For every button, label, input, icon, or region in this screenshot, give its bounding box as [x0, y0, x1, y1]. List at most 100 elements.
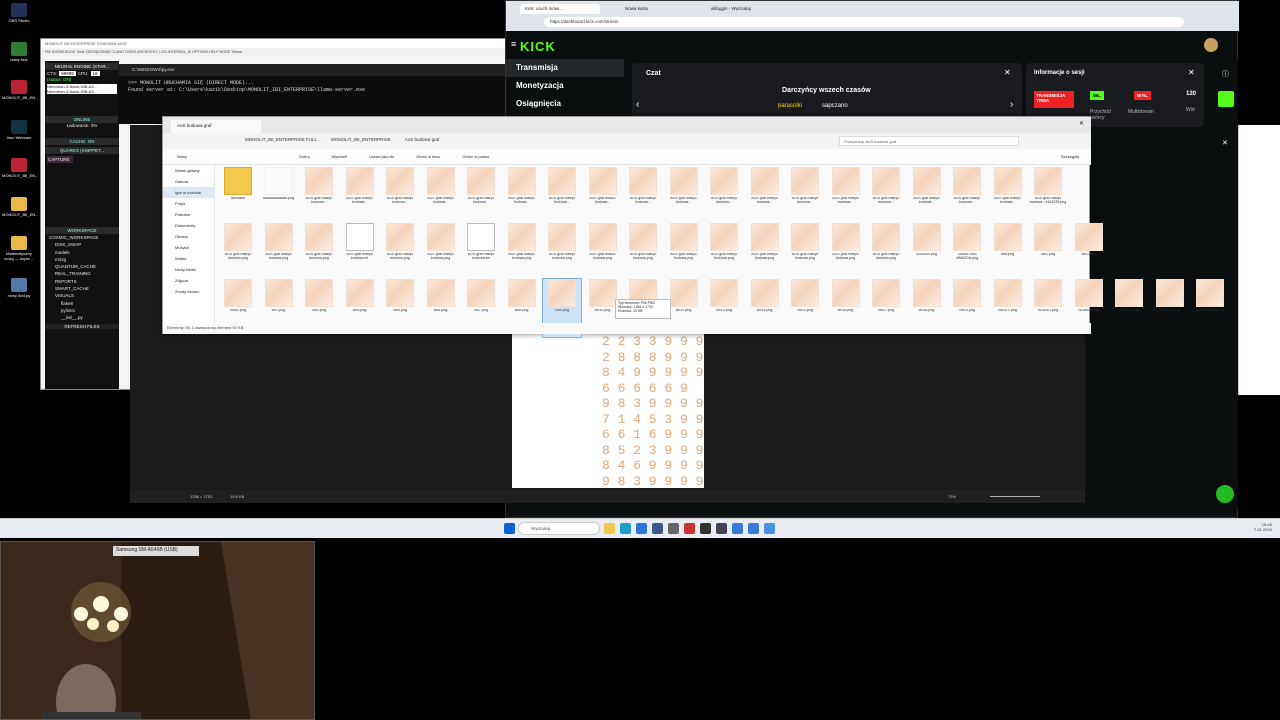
sort-button[interactable]: Sortuj: [299, 154, 309, 159]
desktop-icon[interactable]: Matematyczny mózg — kopia ...: [2, 236, 36, 261]
file-item[interactable]: aaaaaaaaaaaa.png: [260, 167, 298, 225]
start-icon[interactable]: [504, 523, 515, 534]
revenue-toggle[interactable]: WŁ.: [1090, 91, 1105, 100]
file-item[interactable]: AGS graf matryc budowa...: [422, 167, 460, 225]
tree-item[interactable]: REAL_TRAINING: [49, 270, 119, 277]
nav-pane-item[interactable]: Dokumenty: [163, 220, 214, 231]
tab-kick[interactable]: Kick: uruch mówi...: [520, 4, 600, 14]
file-item[interactable]: AGS graf matryc budowa.png: [300, 223, 338, 281]
tab-search[interactable]: ailloggin - Wyszukaj: [706, 4, 786, 14]
desktop-icon[interactable]: nowy llxxt.py: [2, 278, 36, 299]
nav-pane-item[interactable]: Obrazy: [163, 231, 214, 242]
taskbar-search[interactable]: Wyszukaj: [518, 522, 600, 535]
file-item[interactable]: NOWE3.png: [1110, 279, 1148, 337]
file-item[interactable]: AGS graf matryc budowa...: [948, 167, 986, 225]
tree-item[interactable]: flake8: [49, 300, 119, 307]
app-icon[interactable]: [748, 523, 759, 534]
file-item[interactable]: AGS graf matryc budowa.png: [827, 223, 865, 281]
breadcrumb-item[interactable]: AoS budowa graf: [405, 137, 440, 142]
app-icon[interactable]: [652, 523, 663, 534]
file-item[interactable]: new.png: [989, 223, 1027, 281]
nav-pane-item[interactable]: Muzyka: [163, 242, 214, 253]
nav-monetyzacja[interactable]: Monetyzacja: [506, 77, 624, 95]
chevron-right-icon[interactable]: ›: [1010, 99, 1013, 110]
tree-item[interactable]: models: [49, 249, 119, 256]
file-item[interactable]: AGS graf matryc budowa.png: [260, 223, 298, 281]
file-item[interactable]: AGS graf matryc budowa...: [989, 167, 1027, 225]
file-item[interactable]: AGS graf matryc budowa...: [908, 167, 946, 225]
file-item[interactable]: ver2.png: [1070, 223, 1108, 281]
terminal-icon[interactable]: [700, 523, 711, 534]
close-icon[interactable]: ✕: [1222, 139, 1228, 147]
file-item[interactable]: AGS graf matryc budowa...: [786, 167, 824, 225]
chevron-left-icon[interactable]: ‹: [636, 99, 639, 110]
check-icon[interactable]: [1218, 91, 1234, 107]
toolbar-buttons[interactable]: Nowy Sortuj Wyświetl Ustaw jako tło Obró…: [177, 154, 489, 159]
file-item[interactable]: aaaaaaaaaaa.png: [1191, 279, 1229, 337]
file-item[interactable]: AGS graf matryc budowa.png: [422, 223, 460, 281]
file-tree[interactable]: COSMIC_WORKSPACE DISK_SWAP models mózg QUANT…: [45, 234, 119, 322]
breadcrumb-item[interactable]: MONOLIT_IBI_ENTERPRISE FULL: [245, 137, 317, 142]
file-item[interactable]: ver1.png: [1029, 223, 1067, 281]
nav-pane-item[interactable]: Wideo: [163, 253, 214, 264]
ctx-input[interactable]: 99999: [59, 71, 76, 76]
zoom-slider[interactable]: [990, 496, 1040, 497]
search-input[interactable]: Przeszukaj: AoS budowa graf: [839, 136, 1019, 146]
tree-item[interactable]: mózg: [49, 256, 119, 263]
app-icon[interactable]: [668, 523, 679, 534]
nav-pane-item[interactable]: Pobrane: [163, 209, 214, 220]
file-item[interactable]: AGS graf matryc budowa...: [503, 167, 541, 225]
nav-pane-item[interactable]: Pulpit: [163, 198, 214, 209]
edge-icon[interactable]: [620, 523, 631, 534]
file-item[interactable]: AGS graf matryc budowa.png: [665, 223, 703, 281]
set-background-button[interactable]: Ustaw jako tło: [369, 154, 394, 159]
app-icon[interactable]: [732, 523, 743, 534]
desktop-icon[interactable]: MONOLIT_IBI_EN...: [2, 158, 38, 179]
model-list[interactable]: Nemotron-3-Nano-30B-A3... Nemotron-3-Nan…: [47, 84, 117, 94]
file-item[interactable]: AGS graf matryc budowa.txt: [462, 223, 500, 281]
avatar[interactable]: [1204, 38, 1218, 52]
desktop-icon[interactable]: MONOLIT_IBI_EN...: [2, 80, 38, 101]
file-item[interactable]: AGS graf matryc budowa.png: [746, 223, 784, 281]
app-icon[interactable]: [716, 523, 727, 534]
file-item[interactable]: AGS graf matryc budowa...: [381, 167, 419, 225]
model-item[interactable]: Nemotron-3-Nano-30B-A3...: [47, 89, 117, 94]
close-icon[interactable]: ✕: [1079, 120, 1084, 127]
file-item[interactable]: AGS graf matryc budowa...: [624, 167, 662, 225]
nav-pane-item[interactable]: Igor w rodzinie: [163, 187, 214, 198]
file-item[interactable]: decoded: [219, 167, 257, 225]
close-icon[interactable]: ✕: [1004, 68, 1011, 77]
nav-pane-item[interactable]: Widok główny: [163, 165, 214, 176]
zoom-level[interactable]: 73%: [948, 494, 956, 499]
breadcrumb[interactable]: MONOLIT_IBI_ENTERPRISE FULL MONOLIT_IBI_…: [245, 137, 439, 142]
file-item[interactable]: 4005000.png: [908, 223, 946, 281]
file-item[interactable]: TAMATORA 4WADDA.png: [948, 223, 986, 281]
nav-pane-item[interactable]: Nowy folder: [163, 264, 214, 275]
tree-item[interactable]: QUANTUM_CACHE: [49, 263, 119, 270]
nav-pane-item[interactable]: Zdjęcia: [163, 275, 214, 286]
view-button[interactable]: Wyświetl: [331, 154, 347, 159]
file-item[interactable]: AGS graf matryc budowa.txt: [341, 223, 379, 281]
file-item[interactable]: AGS graf matryc budowa...4443333.png: [1029, 167, 1067, 225]
tree-item[interactable]: COSMIC_WORKSPACE: [49, 234, 119, 241]
desktop-icon[interactable]: OBS Studio: [2, 3, 36, 24]
file-item[interactable]: AGS graf matryc budowa...: [705, 167, 743, 225]
details-button[interactable]: Szczegóły: [1061, 154, 1079, 159]
file-item[interactable]: AGS graf matryc budowa...: [462, 167, 500, 225]
file-item[interactable]: AGS graf matryc budowa.png: [624, 223, 662, 281]
desktop-icon[interactable]: MONOLIT_IBI_EN...: [2, 197, 38, 218]
address-bar[interactable]: https://dashboard.kick.com/stream: [544, 17, 1184, 27]
nav-pane-item[interactable]: Zrzuty ekranu: [163, 286, 214, 297]
file-item[interactable]: AGS graf matryc budowa...: [584, 167, 622, 225]
file-item[interactable]: AGS graf matryc budowa.png: [381, 223, 419, 281]
file-explorer-icon[interactable]: [604, 523, 615, 534]
app-icon[interactable]: [764, 523, 775, 534]
tree-item[interactable]: SMART_CACHE: [49, 285, 119, 292]
tree-item[interactable]: VISUALS: [49, 292, 119, 299]
tree-item[interactable]: __init__.py: [49, 314, 119, 321]
nav-transmisja[interactable]: Transmisja: [506, 59, 624, 77]
tree-item[interactable]: pylintrc: [49, 307, 119, 314]
desktop-icon[interactable]: Iriun Webcam: [2, 120, 36, 141]
capture-button[interactable]: CAPTURE: [47, 156, 73, 163]
app-icon[interactable]: [636, 523, 647, 534]
